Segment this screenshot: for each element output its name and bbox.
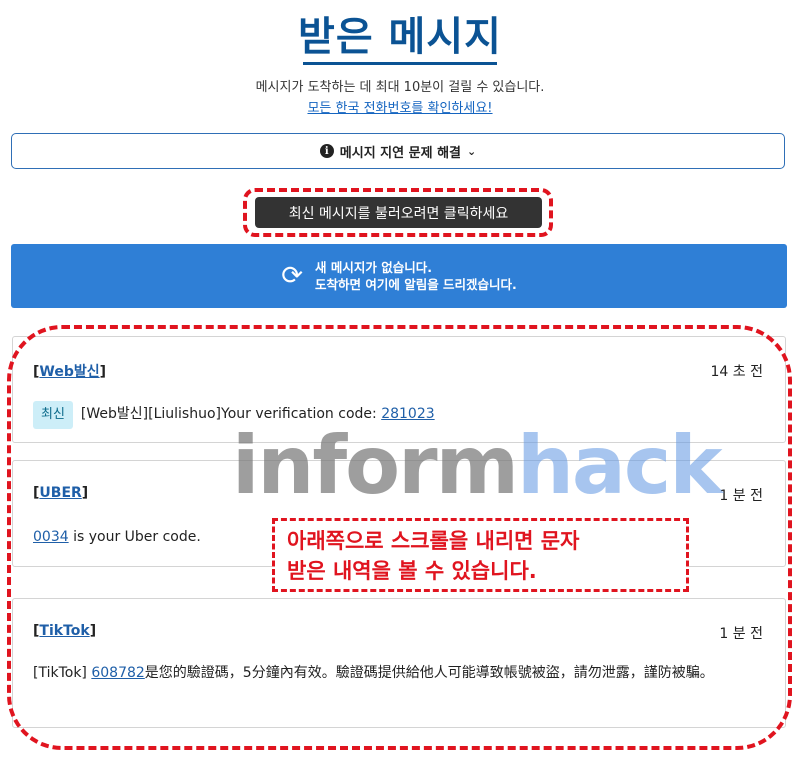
message-time: 14 초 전 [710, 364, 763, 380]
message-card: [Web발신] 14 초 전 최신 [Web발신][Liulishuo]Your … [12, 336, 786, 443]
message-text: 是您的驗證碼，5分鐘內有效。驗證碼提供給他人可能導致帳號被盜，請勿泄露，謹防被騙… [144, 665, 714, 681]
verification-code-link[interactable]: 0034 [33, 529, 69, 545]
verification-code-link[interactable]: 281023 [381, 406, 434, 422]
annotation-line-1: 아래쪽으로 스크롤을 내리면 문자 [287, 529, 580, 553]
verification-code-link[interactable]: 608782 [91, 665, 144, 681]
annotation-line-2: 받은 내역을 볼 수 있습니다. [287, 559, 537, 583]
message-sender: [Web발신] [33, 364, 107, 380]
check-numbers-link[interactable]: 모든 한국 전화번호를 확인하세요! [307, 101, 492, 116]
message-text-prefix: [TikTok] [33, 665, 92, 681]
sender-link[interactable]: TikTok [39, 623, 89, 639]
message-text: is your Uber code. [68, 529, 201, 545]
info-icon: i [319, 144, 334, 158]
title-underline [303, 62, 497, 65]
sender-link[interactable]: Web발신 [39, 364, 99, 380]
message-sender: [TikTok] [33, 623, 97, 639]
message-time: 1 분 전 [719, 488, 763, 504]
scroll-annotation: 아래쪽으로 스크롤을 내리면 문자 받은 내역을 볼 수 있습니다. [272, 518, 689, 592]
message-body: [TikTok] 608782是您的驗證碼，5分鐘內有效。驗證碼提供給他人可能導… [33, 661, 751, 685]
message-text: [Web발신][Liulishuo]Your verification code… [80, 406, 382, 422]
message-sender: [UBER] [33, 485, 89, 501]
latest-badge: 최신 [33, 401, 73, 429]
no-messages-banner: ⟳ 새 메시지가 없습니다. 도착하면 여기에 알림을 드리겠습니다. [11, 244, 787, 308]
delay-troubleshoot-label: 메시지 지연 문제 해결 [339, 145, 461, 161]
message-time: 1 분 전 [719, 626, 763, 642]
delay-notice: 메시지가 도착하는 데 최대 10분이 걸릴 수 있습니다. [255, 80, 545, 95]
page-title: 받은 메시지 [298, 14, 502, 60]
sender-link[interactable]: UBER [39, 485, 81, 501]
delay-troubleshoot-button[interactable]: i 메시지 지연 문제 해결 ⌄ [11, 133, 785, 169]
banner-text: 새 메시지가 없습니다. 도착하면 여기에 알림을 드리겠습니다. [315, 259, 517, 293]
link-line: 모든 한국 전화번호를 확인하세요! [0, 97, 800, 116]
message-card: [TikTok] 1 분 전 [TikTok] 608782是您的驗證碼，5分鐘… [12, 598, 786, 728]
message-body: 최신 [Web발신][Liulishuo]Your verification co… [33, 401, 755, 429]
sync-icon: ⟳ [281, 261, 303, 291]
banner-line-1: 새 메시지가 없습니다. [314, 260, 432, 275]
chevron-down-icon: ⌄ [467, 144, 477, 158]
refresh-highlight-box [243, 188, 553, 237]
banner-line-2: 도착하면 여기에 알림을 드리겠습니다. [314, 277, 517, 292]
